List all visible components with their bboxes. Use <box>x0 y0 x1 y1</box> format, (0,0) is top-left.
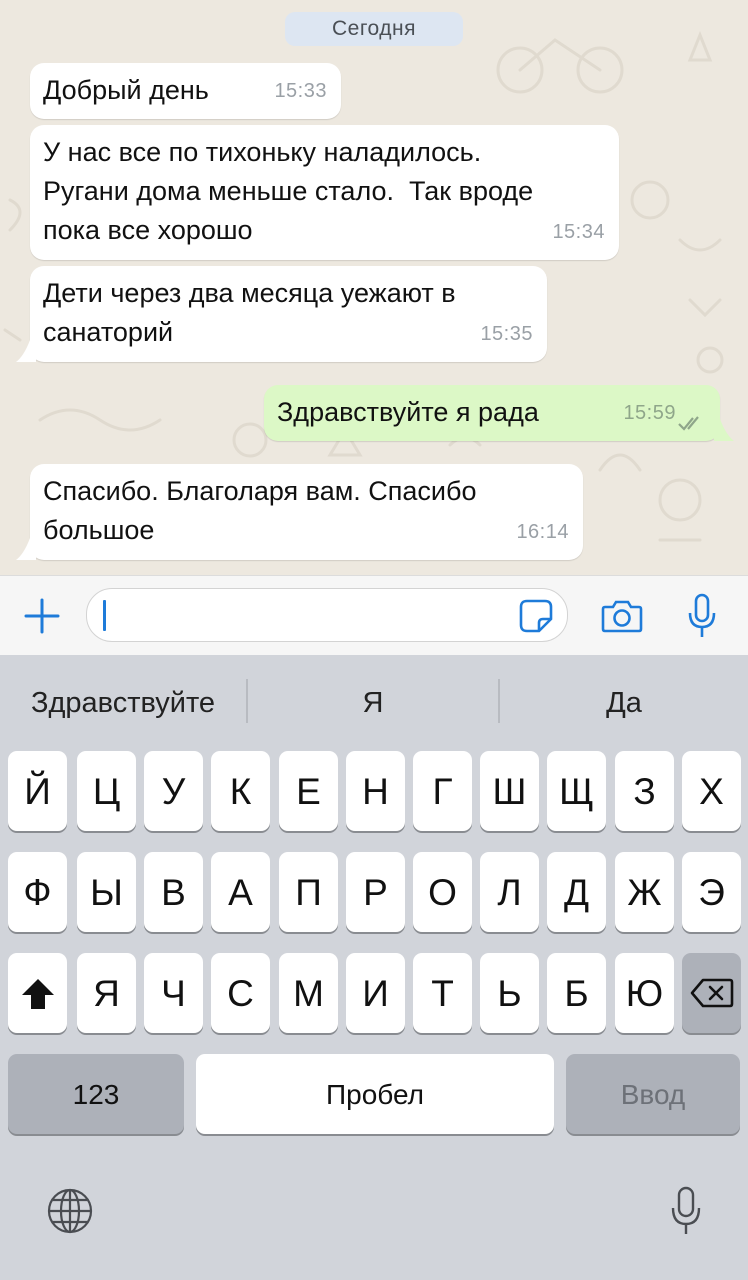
attach-button[interactable] <box>20 594 64 638</box>
numbers-key[interactable]: 123 <box>8 1054 184 1134</box>
text-cursor <box>103 600 106 631</box>
key[interactable]: Д <box>547 852 606 932</box>
backspace-icon <box>690 978 733 1008</box>
shift-key[interactable] <box>8 953 67 1033</box>
message-time: 15:35 <box>480 323 533 345</box>
key[interactable]: В <box>144 852 203 932</box>
suggestion-item[interactable]: Да <box>500 655 748 749</box>
globe-button[interactable] <box>44 1185 96 1237</box>
key[interactable]: Ь <box>480 953 539 1033</box>
camera-button[interactable] <box>600 594 644 638</box>
message-bubble-incoming[interactable]: Спасибо. Благоларя вам. Спасибо большое … <box>30 464 583 560</box>
return-key[interactable]: Ввод <box>566 1054 740 1134</box>
message-time: 15:33 <box>274 80 327 102</box>
key[interactable]: Ш <box>480 751 539 831</box>
read-receipt-icon <box>678 416 699 431</box>
message-bubble-incoming[interactable]: Дети через два месяца уежают в санаторий… <box>30 266 547 362</box>
message-bubble-incoming[interactable]: У нас все по тихоньку наладилось. Ругани… <box>30 125 619 260</box>
message-time: 16:14 <box>516 521 569 543</box>
key[interactable]: Ц <box>77 751 136 831</box>
microphone-icon <box>671 1186 701 1234</box>
message-text: Здравствуйте я рада <box>277 397 539 427</box>
message-input[interactable] <box>86 588 568 642</box>
microphone-icon <box>688 593 716 637</box>
key[interactable]: Б <box>547 953 606 1033</box>
suggestion-bar: Здравствуйте Я Да <box>0 655 748 749</box>
message-bubble-outgoing[interactable]: Здравствуйте я рада 15:59 <box>264 385 720 441</box>
key[interactable]: Ж <box>615 852 674 932</box>
key[interactable]: Э <box>682 852 741 932</box>
key[interactable]: Р <box>346 852 405 932</box>
bubble-tail <box>16 340 36 362</box>
key[interactable]: Ы <box>77 852 136 932</box>
message-bubble-incoming[interactable]: Добрый день 15:33 <box>30 63 341 119</box>
key[interactable]: М <box>279 953 338 1033</box>
key[interactable]: Ч <box>144 953 203 1033</box>
key[interactable]: А <box>211 852 270 932</box>
message-text: У нас все по тихоньку наладилось. Ругани… <box>43 137 534 245</box>
key[interactable]: И <box>346 953 405 1033</box>
shift-icon <box>21 979 54 1009</box>
key[interactable]: Й <box>8 751 67 831</box>
key[interactable]: С <box>211 953 270 1033</box>
key[interactable]: Г <box>413 751 472 831</box>
message-text: Добрый день <box>43 75 209 105</box>
message-input-bar <box>0 575 748 656</box>
key[interactable]: Х <box>682 751 741 831</box>
suggestion-item[interactable]: Я <box>248 655 498 749</box>
plus-icon <box>24 598 60 634</box>
key[interactable]: Я <box>77 953 136 1033</box>
bubble-tail <box>714 419 734 441</box>
message-text: Дети через два месяца уежают в санаторий <box>43 278 456 347</box>
chat-area: Сегодня Добрый день 15:33 У нас все по т… <box>0 0 748 575</box>
key[interactable]: Л <box>480 852 539 932</box>
bubble-tail <box>16 538 36 560</box>
key[interactable]: Е <box>279 751 338 831</box>
date-separator: Сегодня <box>285 12 463 46</box>
dictation-button[interactable] <box>662 1185 710 1237</box>
keyboard: Здравствуйте Я Да Й Ц У К Е Н Г Ш Щ З Х … <box>0 655 748 1280</box>
message-text: Спасибо. Благоларя вам. Спасибо большое <box>43 476 477 545</box>
key[interactable]: О <box>413 852 472 932</box>
key[interactable]: Т <box>413 953 472 1033</box>
key[interactable]: Ф <box>8 852 67 932</box>
message-time: 15:59 <box>623 402 676 424</box>
message-time: 15:34 <box>552 221 605 243</box>
key[interactable]: Щ <box>547 751 606 831</box>
key[interactable]: Н <box>346 751 405 831</box>
globe-icon <box>47 1188 93 1234</box>
key[interactable]: Ю <box>615 953 674 1033</box>
camera-icon <box>601 600 643 633</box>
key[interactable]: К <box>211 751 270 831</box>
key[interactable]: У <box>144 751 203 831</box>
space-key[interactable]: Пробел <box>196 1054 554 1134</box>
key[interactable]: З <box>615 751 674 831</box>
sticker-icon <box>519 599 553 633</box>
suggestion-item[interactable]: Здравствуйте <box>0 655 246 749</box>
backspace-key[interactable] <box>682 953 741 1033</box>
key[interactable]: П <box>279 852 338 932</box>
sticker-button[interactable] <box>519 599 553 633</box>
voice-message-button[interactable] <box>680 592 724 640</box>
